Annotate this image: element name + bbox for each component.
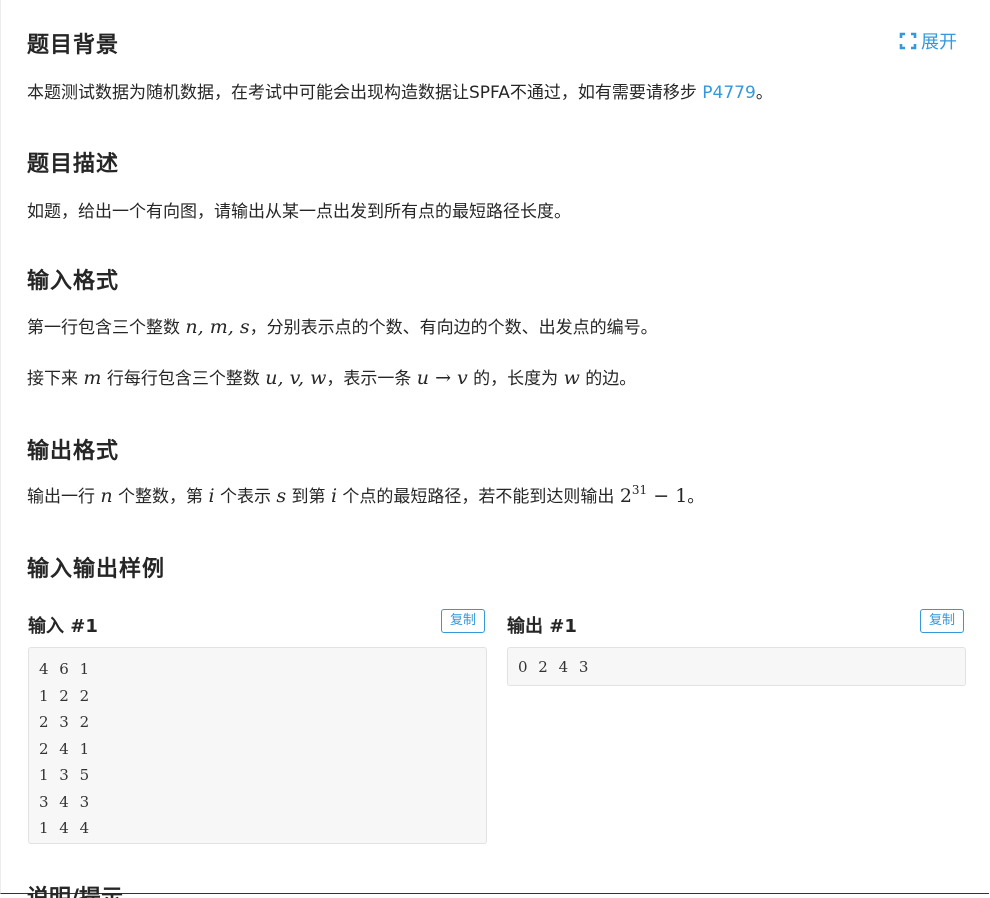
input-line: 1 4 4 (39, 819, 93, 837)
description-title: 题目描述 (27, 152, 120, 177)
input-line: 2 3 2 (39, 713, 93, 731)
background-title: 题目背景 (27, 33, 120, 58)
input-format-line2: 接下来 m 行每行包含三个整数 u, v, w，表示一条 u → v 的，长度为… (27, 367, 637, 389)
input-line: 3 4 3 (39, 792, 93, 811)
sample-input-label: 输入 #1 (28, 616, 98, 637)
output-line: 0 2 4 3 (518, 658, 592, 676)
sample-input-box[interactable]: 4 6 1 1 2 2 2 3 2 2 4 1 1 3 5 3 4 3 1 4 … (28, 647, 487, 844)
problem-card: 题目背景 展开 本题测试数据为随机数据，在考试中可能会出现构造数据让SPFA不通… (0, 0, 989, 898)
samples-title: 输入输出样例 (27, 557, 166, 582)
problem-page: 题目背景 展开 本题测试数据为随机数据，在考试中可能会出现构造数据让SPFA不通… (0, 0, 990, 898)
description-text: 如题，给出一个有向图，请输出从某一点出发到所有点的最短路径长度。 (27, 202, 571, 222)
background-text: 本题测试数据为随机数据，在考试中可能会出现构造数据让SPFA不通过，如有需要请移… (27, 83, 773, 103)
input-line: 1 3 5 (39, 766, 93, 784)
p4779-link[interactable]: P4779 (702, 83, 756, 103)
output-format-title: 输出格式 (27, 439, 120, 464)
copy-input-button[interactable]: 复制 (441, 609, 485, 633)
input-format-line1: 第一行包含三个整数 n, m, s，分别表示点的个数、有向边的个数、出发点的编号… (27, 316, 658, 338)
sample-output-label: 输出 #1 (507, 616, 577, 637)
hint-title: 说明/提示 (27, 880, 123, 898)
expand-button[interactable]: 展开 (899, 28, 957, 54)
input-format-title: 输入格式 (27, 269, 120, 294)
input-line: 1 2 2 (39, 686, 93, 705)
output-format-text: 输出一行 n 个整数，第 i 个表示 s 到第 i 个点的最短路径，若不能到达则… (27, 483, 705, 507)
input-line: 4 6 1 (39, 660, 93, 678)
expand-icon (899, 32, 917, 50)
input-line: 2 4 1 (39, 739, 93, 758)
copy-output-button[interactable]: 复制 (920, 609, 964, 633)
sample-output-box[interactable]: 0 2 4 3 (507, 647, 966, 686)
expand-label: 展开 (921, 32, 957, 53)
